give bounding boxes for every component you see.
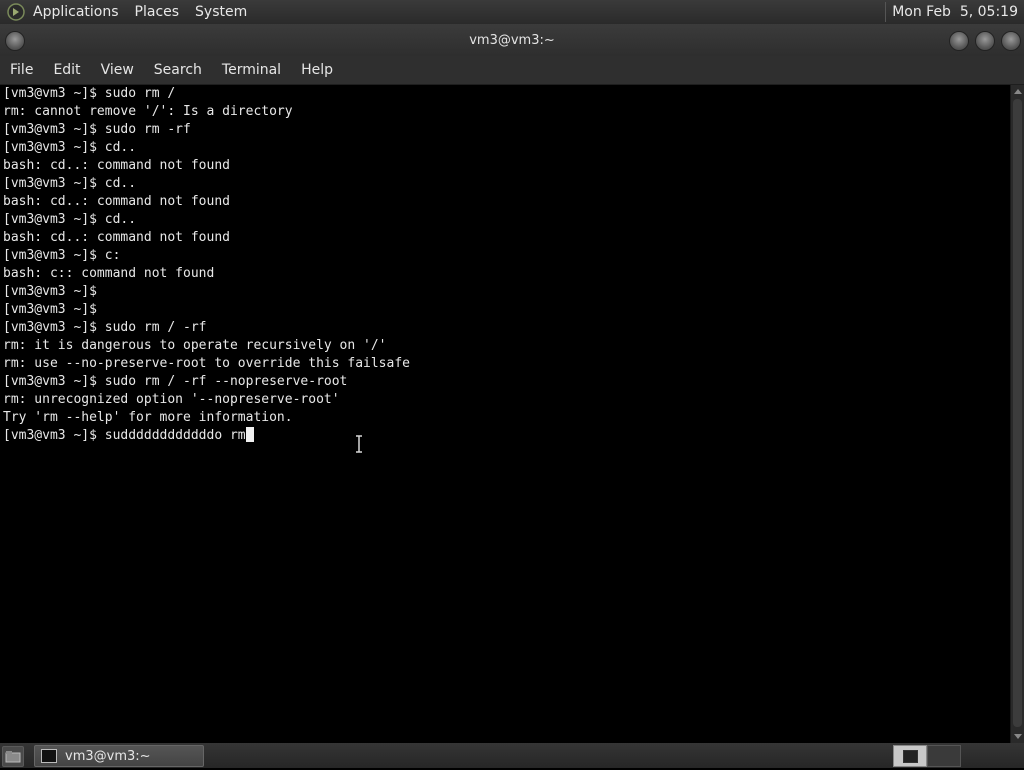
menu-terminal[interactable]: Terminal	[212, 62, 291, 78]
terminal-output: [vm3@vm3 ~]$ sudo rm / rm: cannot remove…	[3, 85, 410, 445]
scroll-up-arrow-icon[interactable]	[1014, 89, 1022, 94]
terminal-line: [vm3@vm3 ~]$ cd..	[3, 140, 137, 155]
system-menu[interactable]: System	[195, 4, 247, 20]
window-menu-button[interactable]	[5, 31, 25, 51]
taskbar-window-label: vm3@vm3:~	[65, 748, 151, 764]
terminal-line: bash: c:: command not found	[3, 266, 215, 281]
terminal-line: [vm3@vm3 ~]$	[3, 284, 97, 299]
close-button[interactable]	[1001, 31, 1021, 51]
menu-view[interactable]: View	[91, 62, 144, 78]
text-cursor	[245, 427, 254, 442]
terminal-line: [vm3@vm3 ~]$ sudo rm /	[3, 86, 176, 101]
bottom-panel: vm3@vm3:~	[0, 743, 1024, 768]
terminal-line: rm: cannot remove '/': Is a directory	[3, 104, 293, 119]
minimize-button[interactable]	[949, 31, 969, 51]
terminal-line: [vm3@vm3 ~]$ c:	[3, 248, 121, 263]
clock[interactable]: Mon Feb 5, 05:19	[892, 4, 1018, 20]
terminal-line: [vm3@vm3 ~]$ sudo rm -rf	[3, 122, 191, 137]
terminal-input-text: [vm3@vm3 ~]$ suddddddddddddo rm	[3, 428, 246, 443]
terminal-line: [vm3@vm3 ~]$ cd..	[3, 176, 137, 191]
applications-menu[interactable]: Applications	[33, 4, 119, 20]
terminal-line: rm: it is dangerous to operate recursive…	[3, 338, 387, 353]
terminal-line: bash: cd..: command not found	[3, 230, 230, 245]
taskbar-window-button[interactable]: vm3@vm3:~	[34, 745, 204, 767]
terminal-line: bash: cd..: command not found	[3, 194, 230, 209]
terminal-line: rm: use --no-preserve-root to override t…	[3, 356, 410, 371]
maximize-button[interactable]	[975, 31, 995, 51]
workspace-2-button[interactable]	[927, 745, 961, 767]
terminal-icon	[903, 750, 918, 763]
show-desktop-button[interactable]	[2, 746, 24, 767]
terminal-scrollbar[interactable]	[1010, 85, 1024, 743]
panel-separator	[885, 2, 887, 22]
terminal-line: [vm3@vm3 ~]$ sudo rm / -rf	[3, 320, 207, 335]
terminal-line: [vm3@vm3 ~]$ sudo rm / -rf --nopreserve-…	[3, 374, 348, 389]
terminal-icon	[41, 749, 57, 763]
desktop-icon	[5, 751, 21, 763]
terminal-line: [vm3@vm3 ~]$	[3, 302, 97, 317]
app-menu-logo-icon[interactable]	[7, 3, 25, 21]
menu-search[interactable]: Search	[144, 62, 212, 78]
menu-edit[interactable]: Edit	[43, 62, 90, 78]
scroll-down-arrow-icon[interactable]	[1014, 734, 1022, 739]
terminal-current-line[interactable]: [vm3@vm3 ~]$ suddddddddddddo rm	[3, 427, 410, 445]
terminal-line: rm: unrecognized option '--nopreserve-ro…	[3, 392, 340, 407]
terminal-area[interactable]: [vm3@vm3 ~]$ sudo rm / rm: cannot remove…	[0, 85, 1010, 743]
window-title-bar[interactable]: vm3@vm3:~	[0, 24, 1024, 56]
window-title: vm3@vm3:~	[469, 32, 555, 48]
workspace-1-button[interactable]	[893, 745, 927, 767]
ibeam-pointer-icon	[356, 435, 362, 453]
menu-bar: File Edit View Search Terminal Help	[0, 56, 1024, 85]
menu-help[interactable]: Help	[291, 62, 343, 78]
top-panel: Applications Places System Mon Feb 5, 05…	[0, 0, 1024, 24]
terminal-line: [vm3@vm3 ~]$ cd..	[3, 212, 137, 227]
places-menu[interactable]: Places	[135, 4, 180, 20]
terminal-line: Try 'rm --help' for more information.	[3, 410, 293, 425]
menu-file[interactable]: File	[0, 62, 43, 78]
scrollbar-thumb[interactable]	[1013, 99, 1022, 727]
terminal-line: bash: cd..: command not found	[3, 158, 230, 173]
